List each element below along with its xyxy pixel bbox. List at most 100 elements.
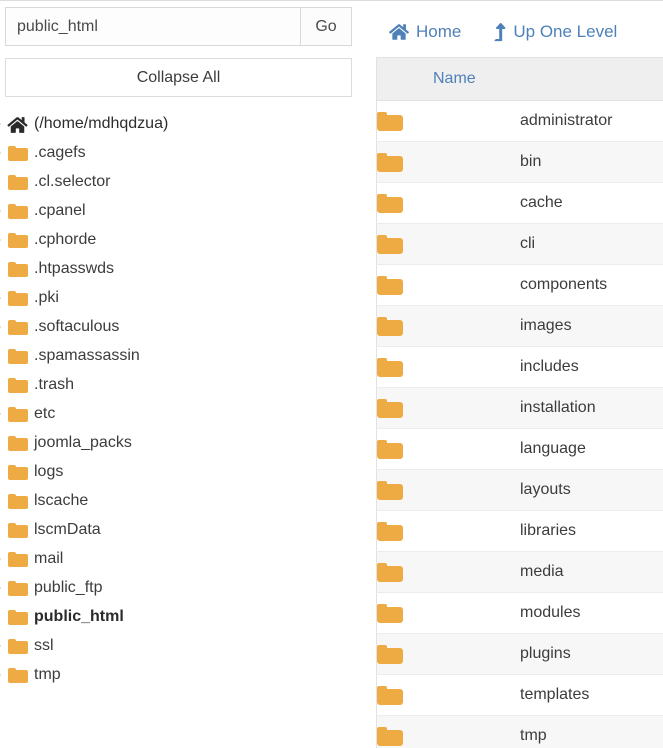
- row-name-cell[interactable]: tmp: [520, 715, 663, 748]
- expand-caret-icon[interactable]: [0, 196, 3, 225]
- table-row[interactable]: media: [376, 551, 663, 593]
- table-row[interactable]: administrator: [376, 100, 663, 142]
- tree-item[interactable]: logs: [0, 457, 358, 486]
- folder-icon: [377, 685, 403, 705]
- tree-item[interactable]: .trash: [0, 370, 358, 399]
- tree-item[interactable]: .softaculous: [0, 312, 358, 341]
- row-name-cell[interactable]: administrator: [520, 100, 663, 142]
- folder-icon: [8, 667, 28, 683]
- column-header-name[interactable]: Name: [376, 57, 663, 101]
- expand-caret-icon[interactable]: [0, 312, 3, 341]
- tree-item[interactable]: .cagefs: [0, 138, 358, 167]
- row-icon-cell: [376, 141, 520, 183]
- folder-icon: [7, 316, 31, 338]
- tree-item[interactable]: etc: [0, 399, 358, 428]
- directory-tree: (/home/mdhqdzua) .cagefs .cl.selector .cpan…: [0, 109, 358, 689]
- row-icon-cell: [376, 182, 520, 224]
- file-list-panel: Home Up One Level Name administrator bin ca…: [358, 0, 663, 748]
- collapse-all-button[interactable]: Collapse All: [5, 58, 352, 97]
- expand-caret-icon[interactable]: [0, 660, 3, 689]
- row-name-cell[interactable]: modules: [520, 592, 663, 634]
- table-row[interactable]: language: [376, 428, 663, 470]
- folder-icon: [7, 548, 31, 570]
- folder-icon: [8, 464, 28, 480]
- row-name-cell[interactable]: components: [520, 264, 663, 306]
- tree-item[interactable]: .cl.selector: [0, 167, 358, 196]
- tree-item[interactable]: tmp: [0, 660, 358, 689]
- table-row[interactable]: modules: [376, 592, 663, 634]
- table-row[interactable]: includes: [376, 346, 663, 388]
- expand-caret-icon[interactable]: [0, 631, 3, 660]
- nav-home-link[interactable]: Home: [388, 22, 461, 42]
- tree-item[interactable]: .spamassassin: [0, 341, 358, 370]
- row-name-cell[interactable]: media: [520, 551, 663, 593]
- table-row[interactable]: components: [376, 264, 663, 306]
- row-name-cell[interactable]: layouts: [520, 469, 663, 511]
- row-name-cell[interactable]: installation: [520, 387, 663, 429]
- tree-item-label: ssl: [34, 637, 54, 654]
- row-name-cell[interactable]: includes: [520, 346, 663, 388]
- tree-item[interactable]: .htpasswds: [0, 254, 358, 283]
- tree-item[interactable]: lscmData: [0, 515, 358, 544]
- expand-caret-icon[interactable]: [0, 225, 3, 254]
- row-name-cell[interactable]: templates: [520, 674, 663, 716]
- level-up-icon: [493, 22, 507, 42]
- tree-item[interactable]: mail: [0, 544, 358, 573]
- row-name-cell[interactable]: cache: [520, 182, 663, 224]
- tree-item[interactable]: .cphorde: [0, 225, 358, 254]
- go-button[interactable]: Go: [300, 7, 352, 46]
- folder-icon: [377, 644, 403, 664]
- table-row[interactable]: libraries: [376, 510, 663, 552]
- tree-item[interactable]: .cpanel: [0, 196, 358, 225]
- folder-icon: [8, 406, 28, 422]
- tree-item-label: .trash: [34, 376, 75, 393]
- tree-item[interactable]: public_html: [0, 602, 358, 631]
- caret-spacer: [0, 515, 3, 544]
- table-row[interactable]: cli: [376, 223, 663, 265]
- folder-icon: [377, 480, 403, 500]
- path-input[interactable]: [5, 7, 300, 46]
- table-row[interactable]: plugins: [376, 633, 663, 675]
- row-icon-cell: [376, 674, 520, 716]
- tree-item-label: .cl.selector: [34, 173, 111, 190]
- row-icon-cell: [376, 346, 520, 388]
- expand-caret-icon[interactable]: [0, 109, 3, 138]
- row-name-cell[interactable]: language: [520, 428, 663, 470]
- folder-icon: [7, 171, 31, 193]
- home-icon: [7, 113, 31, 135]
- folder-icon: [377, 398, 403, 418]
- tree-item[interactable]: joomla_packs: [0, 428, 358, 457]
- nav-up-one-level-link[interactable]: Up One Level: [493, 22, 617, 42]
- table-row[interactable]: installation: [376, 387, 663, 429]
- row-name-cell[interactable]: libraries: [520, 510, 663, 552]
- expand-caret-icon[interactable]: [0, 573, 3, 602]
- file-list-navbar: Home Up One Level: [376, 1, 663, 57]
- tree-item[interactable]: .pki: [0, 283, 358, 312]
- expand-caret-icon[interactable]: [0, 138, 3, 167]
- row-name-cell[interactable]: images: [520, 305, 663, 347]
- table-row[interactable]: tmp: [376, 715, 663, 748]
- folder-icon: [8, 261, 28, 277]
- tree-item-label: .cagefs: [34, 144, 86, 161]
- tree-item-home[interactable]: (/home/mdhqdzua): [0, 109, 358, 138]
- row-name-cell[interactable]: cli: [520, 223, 663, 265]
- tree-item[interactable]: lscache: [0, 486, 358, 515]
- expand-caret-icon[interactable]: [0, 399, 3, 428]
- folder-icon: [7, 403, 31, 425]
- table-row[interactable]: bin: [376, 141, 663, 183]
- table-row[interactable]: layouts: [376, 469, 663, 511]
- table-row[interactable]: images: [376, 305, 663, 347]
- table-row[interactable]: templates: [376, 674, 663, 716]
- folder-icon: [8, 435, 28, 451]
- expand-caret-icon[interactable]: [0, 283, 3, 312]
- tree-item-label: mail: [34, 550, 64, 567]
- folder-icon: [377, 193, 403, 213]
- row-name-cell[interactable]: plugins: [520, 633, 663, 675]
- expand-caret-icon[interactable]: [0, 544, 3, 573]
- row-icon-cell: [376, 633, 520, 675]
- table-row[interactable]: cache: [376, 182, 663, 224]
- row-name-cell[interactable]: bin: [520, 141, 663, 183]
- tree-item[interactable]: public_ftp: [0, 573, 358, 602]
- tree-item[interactable]: ssl: [0, 631, 358, 660]
- folder-icon: [8, 580, 28, 596]
